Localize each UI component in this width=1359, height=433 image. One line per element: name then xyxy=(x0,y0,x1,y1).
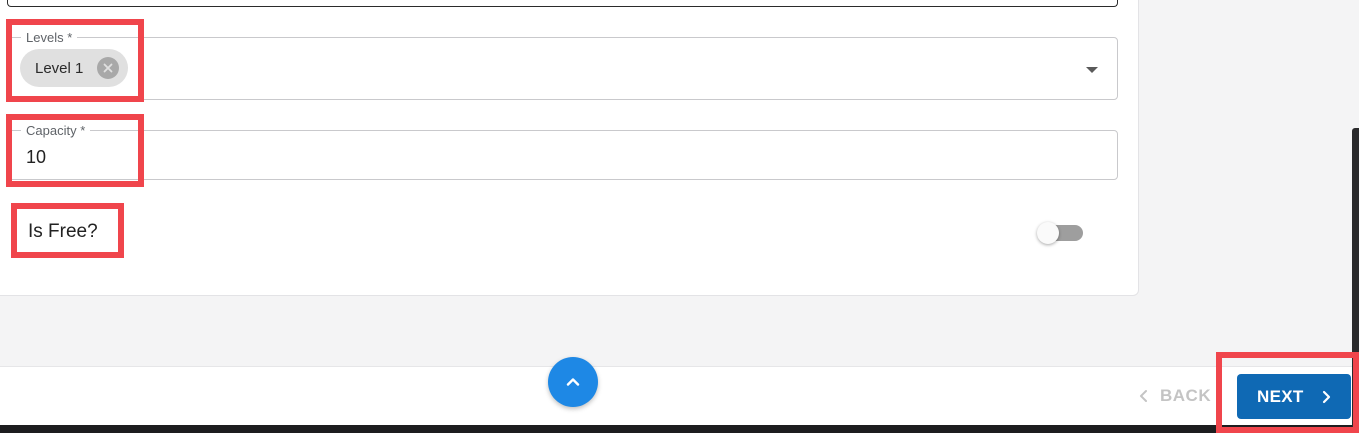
is-free-toggle[interactable] xyxy=(1037,222,1083,244)
level-chip-label: Level 1 xyxy=(35,59,84,77)
scroll-to-top-button[interactable] xyxy=(548,357,598,407)
capacity-field[interactable]: Capacity * 10 xyxy=(8,123,1118,180)
level-chip: Level 1 xyxy=(20,49,128,87)
dropdown-arrow-icon[interactable] xyxy=(1086,67,1098,73)
next-button[interactable]: NEXT xyxy=(1237,374,1351,419)
next-button-label: NEXT xyxy=(1257,386,1304,406)
toggle-thumb xyxy=(1037,222,1059,244)
levels-select[interactable]: Levels * Level 1 xyxy=(8,30,1118,100)
page: Levels * Level 1 Capacity * 10 Is Free? xyxy=(0,0,1359,433)
chevron-left-icon xyxy=(1140,390,1147,402)
chevron-up-icon xyxy=(566,378,580,386)
cancel-icon[interactable] xyxy=(97,57,119,79)
capacity-label: Capacity * xyxy=(21,123,91,138)
capacity-input-value[interactable]: 10 xyxy=(26,147,46,168)
is-free-label: Is Free? xyxy=(28,221,98,242)
back-button-label: BACK xyxy=(1160,386,1212,405)
back-button[interactable]: BACK xyxy=(1138,384,1211,408)
previous-field[interactable] xyxy=(7,0,1118,7)
chevron-right-icon xyxy=(1322,390,1330,403)
scrollbar[interactable] xyxy=(1352,128,1359,433)
levels-label: Levels * xyxy=(21,30,78,45)
bottom-strip xyxy=(0,425,1359,433)
